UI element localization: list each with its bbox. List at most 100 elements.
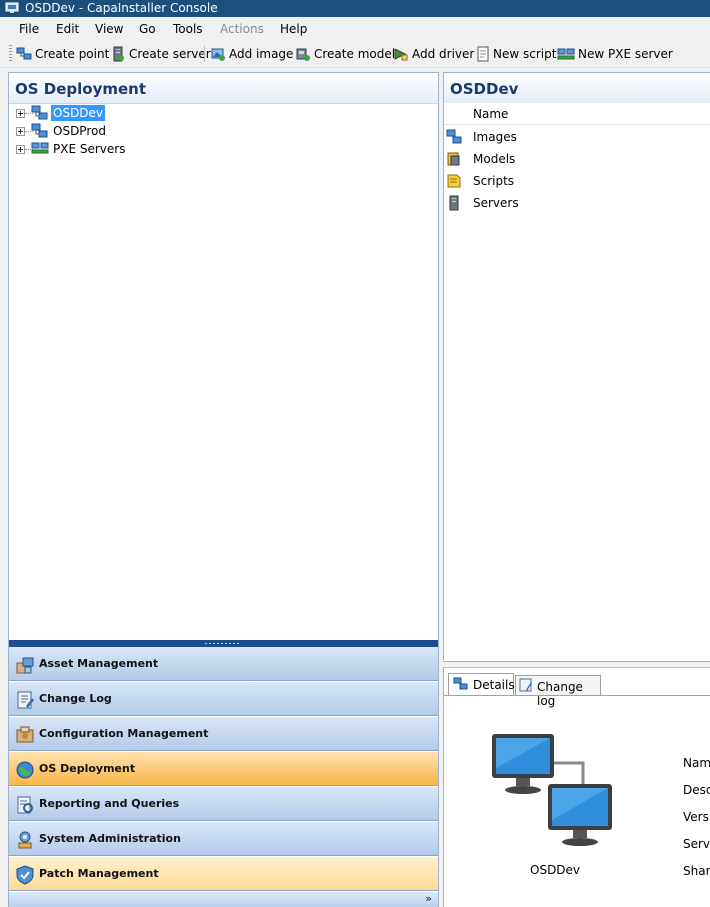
tree-item-pxe-servers[interactable]: PXE Servers [9,141,209,158]
new-pxe-server-button[interactable]: New PXE server [557,45,673,63]
nav-reporting-and-queries[interactable]: Reporting and Queries [9,787,438,821]
list-item-images[interactable]: Images [444,127,710,147]
asset-management-icon [16,657,34,674]
property-label-share: Share [683,864,710,878]
property-label-server: Serve [683,837,710,851]
nav-asset-management[interactable]: Asset Management [9,647,438,681]
details-caption: OSDDev [530,863,581,877]
tree-label[interactable]: OSDProd [51,123,108,139]
toolbar-grip[interactable] [9,45,12,63]
property-label-description: Descr [683,783,710,797]
scripts-icon [447,174,461,188]
add-image-label: Add image [229,47,294,61]
tree-label[interactable]: OSDDev [51,105,106,121]
tree-item-osddev[interactable]: OSDDev [9,105,209,122]
menu-actions[interactable]: Actions [220,22,264,36]
nav-os-deployment[interactable]: OS Deployment [9,752,438,786]
nav-label: Reporting and Queries [39,797,180,810]
network-computers-icon [492,734,612,846]
configuration-management-icon [16,726,34,743]
tab-details[interactable]: Details [448,673,515,695]
navigation-splitter[interactable] [9,640,438,647]
nav-configuration-management[interactable]: Configuration Management [9,717,438,751]
right-pane-header: OSDDev [444,73,710,104]
list-item-scripts[interactable]: Scripts [444,171,710,191]
expand-icon[interactable] [16,145,25,154]
nav-label: Patch Management [39,867,159,880]
nav-label: Configuration Management [39,727,209,740]
property-label-version: Versi [683,810,710,824]
menu-view[interactable]: View [95,22,123,36]
tab-change-log[interactable]: Change log [515,675,601,708]
images-icon [446,129,462,144]
driver-icon [394,48,408,61]
deployment-point-icon [31,123,48,138]
new-pxe-server-label: New PXE server [578,47,673,61]
pxe-server-icon [31,142,49,154]
nav-patch-management[interactable]: Patch Management [9,857,438,891]
menu-file[interactable]: File [19,22,39,36]
create-model-label: Create model [314,47,396,61]
tree-label[interactable]: PXE Servers [51,141,127,157]
system-administration-icon [18,831,32,849]
nav-system-administration[interactable]: System Administration [9,822,438,856]
tab-label: Change log [537,680,583,708]
create-point-button[interactable]: Create point [16,45,109,63]
toolbar: Create point Create server Add image Cre… [0,41,710,68]
menu-edit[interactable]: Edit [56,22,79,36]
new-script-button[interactable]: New script [476,45,556,63]
list-item-models[interactable]: Models [444,149,710,169]
list-item-servers[interactable]: Servers [444,193,710,213]
menu-bar: File Edit View Go Tools Actions Help [0,17,710,41]
menu-tools[interactable]: Tools [173,22,203,36]
add-image-icon [211,48,225,61]
servers-icon [449,195,459,211]
nav-label: Asset Management [39,657,159,670]
left-pane-header: OS Deployment [9,73,438,104]
toolbar-separator [204,46,205,62]
globe-icon [16,761,34,779]
tab-label: Details [473,678,515,692]
server-icon [113,46,124,62]
nav-label: System Administration [39,832,181,845]
new-script-label: New script [493,47,557,61]
model-icon [296,48,310,61]
add-driver-button[interactable]: Add driver [393,45,474,63]
script-page-icon [477,46,489,62]
list-item-label: Models [473,152,516,166]
nav-label: OS Deployment [39,762,136,775]
network-point-icon [16,47,32,60]
models-icon [447,152,460,166]
details-pane: Details Change log OSDDev Nam Descr Vers… [443,667,710,907]
create-model-button[interactable]: Create model [295,45,395,63]
more-options-chevron-icon[interactable]: » [425,892,432,906]
create-server-button[interactable]: Create server [110,45,211,63]
pane-title: OSDDev [450,80,519,98]
nav-label: Change Log [39,692,112,705]
create-point-label: Create point [35,47,110,61]
name-column-header[interactable]: Name [444,103,710,125]
osddev-content-pane: OSDDev Name Images Models Scripts Server… [443,72,710,662]
tree-item-osdprod[interactable]: OSDProd [9,123,209,140]
window-title: OSDDev - CapaInstaller Console [25,1,218,15]
nav-overflow-bar: » [9,892,438,907]
column-header-label: Name [473,107,509,121]
menu-go[interactable]: Go [139,22,156,36]
menu-help[interactable]: Help [280,22,307,36]
app-icon [5,2,19,13]
expand-icon[interactable] [16,127,25,136]
list-item-label: Servers [473,196,519,210]
reporting-icon [17,796,33,814]
expand-icon[interactable] [16,109,25,118]
pxe-server-icon [557,48,575,60]
details-icon [453,677,468,690]
add-image-button[interactable]: Add image [210,45,293,63]
list-item-label: Scripts [473,174,515,188]
change-log-icon [519,678,532,692]
create-server-label: Create server [129,47,211,61]
list-item-label: Images [473,130,517,144]
change-log-icon [17,691,34,709]
nav-change-log[interactable]: Change Log [9,682,438,716]
shield-icon [16,865,34,885]
splitter-grip[interactable] [205,643,241,644]
